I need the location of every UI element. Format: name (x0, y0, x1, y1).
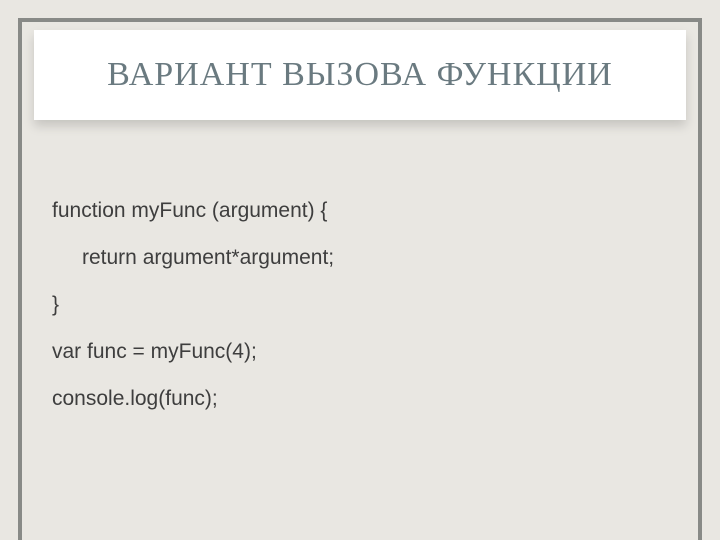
decorative-border-left (18, 18, 22, 540)
code-line-1: function myFunc (argument) { (52, 200, 668, 221)
decorative-border-right (698, 18, 702, 540)
code-line-2: return argument*argument; (52, 247, 668, 268)
code-line-3: } (52, 294, 668, 315)
code-line-5: console.log(func); (52, 388, 668, 409)
title-container: ВАРИАНТ ВЫЗОВА ФУНКЦИИ (34, 30, 686, 120)
decorative-border-top (18, 18, 702, 22)
slide-title: ВАРИАНТ ВЫЗОВА ФУНКЦИИ (34, 56, 686, 94)
code-block: function myFunc (argument) { return argu… (52, 200, 668, 435)
code-line-4: var func = myFunc(4); (52, 341, 668, 362)
